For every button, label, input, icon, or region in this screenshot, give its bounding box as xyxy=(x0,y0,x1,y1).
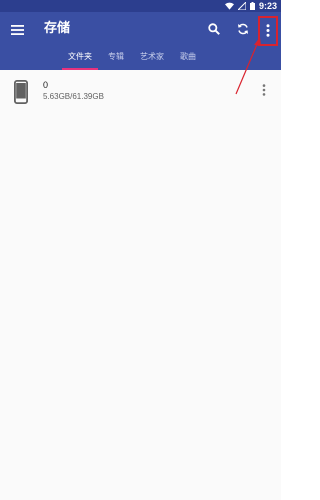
tab-folders[interactable]: 文件夹 xyxy=(60,49,100,70)
battery-icon xyxy=(249,2,255,10)
search-icon xyxy=(208,20,220,39)
signal-icon xyxy=(237,2,246,10)
search-button[interactable] xyxy=(205,20,223,38)
annotation-arrow xyxy=(235,37,261,95)
wifi-icon xyxy=(224,2,234,10)
status-icons: 9:23 xyxy=(224,0,277,12)
page-title: 存储 xyxy=(44,21,71,36)
storage-usage: 5.63GB/61.39GB xyxy=(43,92,104,101)
storage-name: 0 xyxy=(43,80,49,90)
tab-artists[interactable]: 艺术家 xyxy=(132,49,172,70)
menu-button[interactable] xyxy=(8,20,26,38)
tab-songs[interactable]: 歌曲 xyxy=(172,49,204,70)
status-time: 9:23 xyxy=(258,1,277,11)
menu-icon xyxy=(10,20,24,39)
phone-icon xyxy=(13,79,28,105)
tab-bar: 文件夹 专辑 艺术家 歌曲 xyxy=(60,49,204,70)
tab-albums[interactable]: 专辑 xyxy=(100,49,132,70)
status-bar: 9:23 xyxy=(0,0,281,12)
screen: 9:23 存储 文件夹 专辑 艺术家 歌曲 0 5.63GB/61.39GB xyxy=(0,0,281,500)
